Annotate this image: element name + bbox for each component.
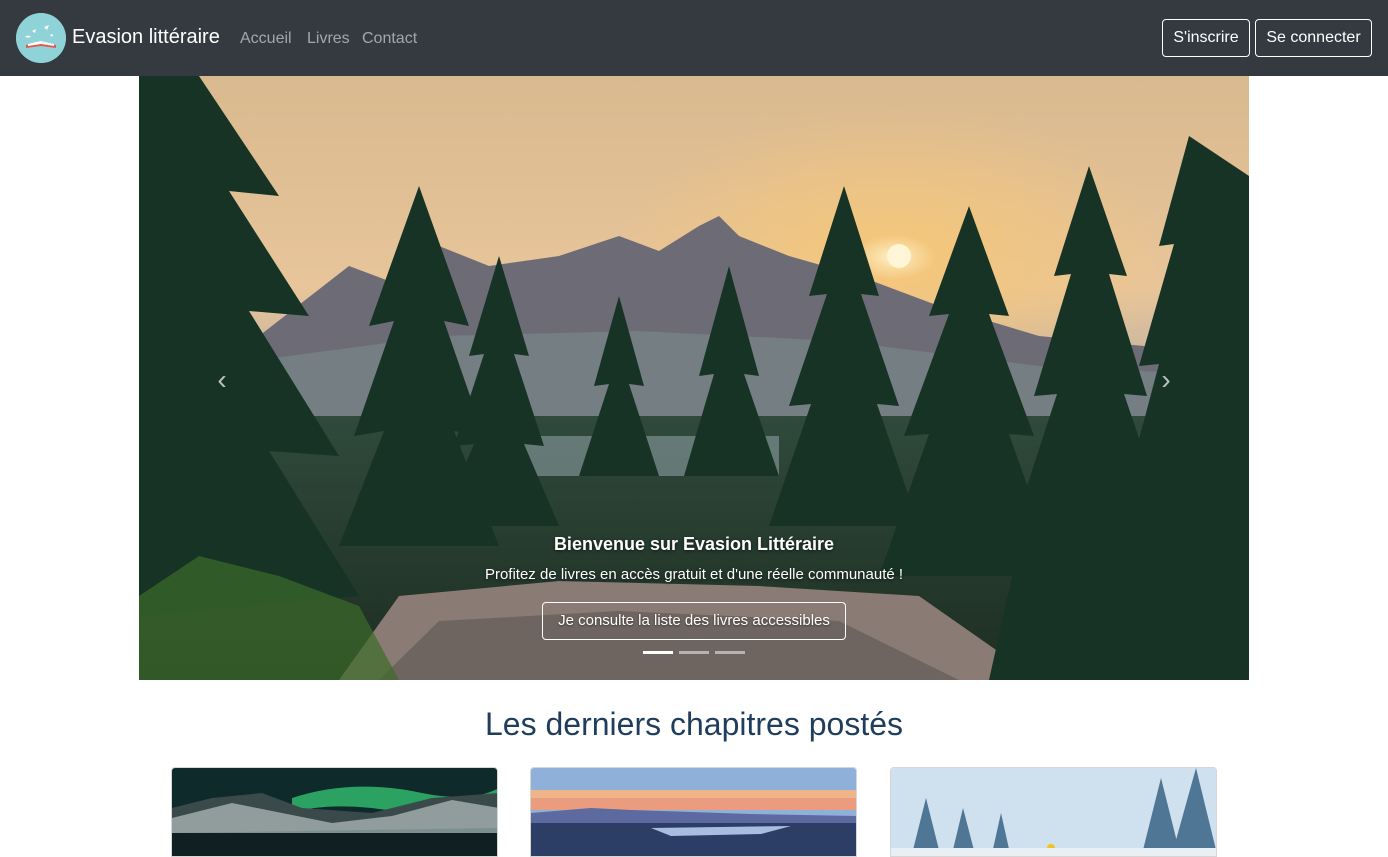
- login-button[interactable]: Se connecter: [1255, 19, 1372, 57]
- section-title: Les derniers chapitres postés: [485, 706, 903, 742]
- carousel-indicator-2[interactable]: [679, 651, 709, 654]
- chapter-card[interactable]: [890, 767, 1217, 857]
- navbar: Evasion littéraire Accueil Livres Contac…: [0, 0, 1388, 76]
- consult-books-button[interactable]: Je consulte la liste des livres accessib…: [542, 602, 846, 640]
- hero-carousel: ‹ › Bienvenue sur Evasion Littéraire Pro…: [139, 76, 1249, 680]
- carousel-next-icon[interactable]: ›: [1151, 366, 1181, 396]
- nav-link-accueil[interactable]: Accueil: [240, 29, 292, 49]
- nav-link-livres[interactable]: Livres: [307, 29, 350, 49]
- carousel-caption-title: Bienvenue sur Evasion Littéraire: [553, 534, 835, 554]
- carousel-indicator-1[interactable]: [643, 651, 673, 654]
- brand-title[interactable]: Evasion littéraire: [72, 24, 220, 50]
- forest-sunset-image: [139, 76, 1249, 680]
- chapter-card[interactable]: [530, 767, 857, 857]
- aurora-image: [172, 768, 497, 856]
- logo[interactable]: [16, 13, 66, 63]
- carousel-prev-icon[interactable]: ‹: [207, 366, 237, 396]
- chapter-card[interactable]: [171, 767, 498, 857]
- nav-link-contact[interactable]: Contact: [362, 29, 417, 49]
- carousel-caption-text: Profitez de livres en accès gratuit et d…: [484, 566, 904, 583]
- lake-sunset-image: [531, 768, 856, 856]
- book-logo-icon: [16, 13, 66, 63]
- signup-button[interactable]: S'inscrire: [1162, 19, 1250, 57]
- snowy-forest-image: [891, 768, 1216, 856]
- carousel-indicator-3[interactable]: [715, 651, 745, 654]
